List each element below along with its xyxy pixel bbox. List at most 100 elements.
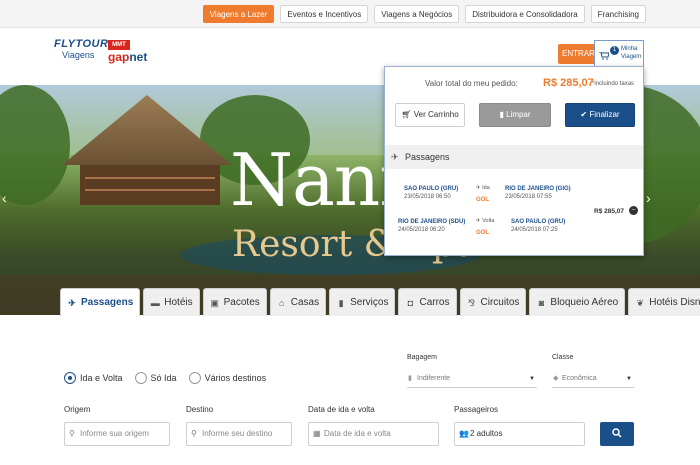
tab-label: Serviços [350, 296, 389, 308]
gap-text: gap [108, 50, 130, 64]
data-label: Data de ida e volta [308, 405, 375, 414]
order-total-label: Valor total do meu pedido: [425, 79, 518, 88]
chevron-right-icon[interactable]: › [646, 190, 656, 210]
tab-label: Pacotes [223, 296, 260, 308]
radio-label: Vários destinos [204, 373, 267, 383]
leg-2-direction: ✈ Volta [476, 218, 495, 224]
tab-pacotes[interactable]: ▣ Pacotes [202, 288, 267, 316]
leg-2-destination: SAO PAULO (GRU) 24/05/2018 07:25 [511, 218, 565, 234]
remove-item-icon[interactable]: – [629, 206, 638, 215]
leg-1-origin: SAO PAULO (GRU) 23/05/2018 06:50 [404, 185, 458, 201]
flytour-logo[interactable]: FLYTOUR Viagens [54, 38, 108, 60]
tab-label: Hotéis Disney [649, 296, 700, 308]
leg-direction-label: Volta [482, 218, 495, 224]
leg-destination-city: SAO PAULO (GRU) [511, 219, 566, 225]
tab-label: Passagens [81, 296, 134, 308]
users-icon: 👥 [459, 429, 469, 438]
bagagem-label: Bagagem [407, 354, 437, 361]
order-total-value: R$ 285,07 [543, 77, 594, 89]
origem-label: Origem [64, 405, 91, 414]
topnav-viagens-lazer[interactable]: Viagens a Lazer [202, 5, 275, 23]
top-navigation: Viagens a Lazer Eventos e Incentivos Via… [202, 5, 646, 23]
gapnet-wordmark: gapnet [108, 50, 147, 64]
tab-passagens[interactable]: ✈ Passagens [60, 288, 141, 316]
gapnet-logo[interactable]: MMT gapnet [108, 40, 150, 70]
classe-value: Econômica [562, 375, 597, 382]
bagagem-select[interactable]: ▮ Indiferente ▼ [407, 370, 537, 388]
flytour-logo-sub: Viagens [62, 50, 95, 60]
tab-hoteis-disney[interactable]: ❦ Hotéis Disney [628, 288, 700, 316]
house-icon: ⌂ [279, 297, 285, 308]
radio-dot [64, 372, 76, 384]
flytour-logo-name: FLYTOUR [54, 38, 109, 50]
package-icon: ▣ [210, 297, 219, 308]
topnav-eventos-incentivos[interactable]: Eventos e Incentivos [280, 5, 369, 23]
finalizar-button[interactable]: ✔ Finalizar [565, 103, 635, 127]
tab-hoteis[interactable]: ▬ Hotéis [143, 288, 200, 316]
service-icon: ▮ [338, 297, 344, 308]
chevron-left-icon[interactable]: ‹ [2, 190, 12, 210]
trash-icon: ▮ [499, 110, 504, 119]
tab-servicos[interactable]: ▮ Serviços [329, 288, 396, 316]
mmt-badge: MMT [108, 40, 130, 50]
location-pin-icon: ⚲ [69, 429, 75, 438]
passageiros-value: 2 adultos [470, 429, 503, 438]
topnav-franchising[interactable]: Franchising [590, 5, 646, 23]
luggage-icon: ▮ [408, 375, 412, 382]
calendar-icon: ▦ [313, 429, 321, 438]
leg-destination-datetime: 23/05/2018 07:55 [505, 194, 552, 200]
destino-input[interactable]: ⚲ Informe seu destino [186, 422, 292, 446]
location-pin-icon: ⚲ [191, 429, 197, 438]
topnav-viagens-negocios[interactable]: Viagens a Negócios [374, 5, 460, 23]
search-button[interactable] [600, 422, 634, 446]
ver-carrinho-button[interactable]: 🛒︎ Ver Carrinho [395, 103, 465, 127]
tab-label: Carros [419, 296, 450, 308]
chevron-down-icon: ▼ [529, 376, 535, 382]
passagens-section-header: ✈ Passagens [385, 145, 643, 169]
plane-icon: ✈ [391, 152, 399, 162]
finalizar-label: Finalizar [589, 110, 620, 119]
radio-label: Só Ida [150, 373, 177, 383]
topnav-distribuidora[interactable]: Distribuidora e Consolidadora [465, 5, 585, 23]
data-placeholder: Data de ida e volta [324, 429, 391, 438]
tab-bloqueio-aereo[interactable]: ◙ Bloqueio Aéreo [529, 288, 626, 316]
circuit-icon: ⅋ [467, 297, 476, 308]
radio-so-ida[interactable]: Só Ida [134, 372, 177, 384]
classe-select[interactable]: ◆ Econômica ▼ [552, 370, 634, 388]
radio-dot [188, 372, 201, 384]
radio-label: Ida e Volta [80, 373, 123, 383]
seat-icon: ◆ [553, 375, 559, 382]
net-text: net [129, 50, 148, 64]
tab-circuitos[interactable]: ⅋ Circuitos [459, 288, 527, 316]
leg-origin-city: RIO DE JANEIRO (SDU) [398, 219, 466, 225]
entrar-button[interactable]: ENTRAR [558, 44, 599, 64]
cart-dropdown: Valor total do meu pedido: R$ 285,07 *in… [384, 66, 644, 256]
tab-label: Bloqueio Aéreo [550, 296, 619, 308]
plane-icon: ✈ [68, 297, 76, 308]
classe-label: Classe [552, 354, 574, 361]
cart-icon: 🛒︎ [401, 110, 412, 119]
limpar-label: Limpar [506, 110, 531, 119]
chevron-down-icon: ▼ [626, 376, 632, 382]
tab-label: Circuitos [480, 296, 520, 308]
bagagem-value: Indiferente [417, 375, 451, 382]
data-input[interactable]: ▦ Data de ida e volta [308, 422, 439, 446]
hut-railing [85, 177, 215, 191]
tab-label: Hotéis [164, 296, 193, 308]
trip-type-options: Ida e Volta Só Ida Vários destinos [64, 372, 266, 384]
flight-search-form: Ida e Volta Só Ida Vários destinos Bagag… [0, 316, 700, 465]
passageiros-input[interactable]: 👥 2 adultos [454, 422, 585, 446]
leg-2-origin: RIO DE JANEIRO (SDU) 24/05/2018 06:20 [398, 218, 465, 234]
leg-origin-datetime: 24/05/2018 06:20 [398, 227, 445, 233]
cart-count-badge: 1 [610, 46, 619, 55]
taxes-note: *incluindo taxas [592, 81, 635, 87]
page: Viagens a Lazer Eventos e Incentivos Via… [0, 0, 700, 465]
tab-casas[interactable]: ⌂ Casas [269, 288, 327, 316]
radio-varios-destinos[interactable]: Vários destinos [188, 372, 267, 384]
tab-carros[interactable]: ◘ Carros [398, 288, 457, 316]
origem-input[interactable]: ⚲ Informe sua origem [64, 422, 170, 446]
leg-origin-datetime: 23/05/2018 06:50 [404, 194, 451, 200]
limpar-button[interactable]: ▮ Limpar [479, 103, 551, 127]
radio-ida-e-volta[interactable]: Ida e Volta [64, 372, 123, 384]
product-tabs: ✈ Passagens ▬ Hotéis ▣ Pacotes ⌂ Casas ▮… [60, 288, 700, 316]
